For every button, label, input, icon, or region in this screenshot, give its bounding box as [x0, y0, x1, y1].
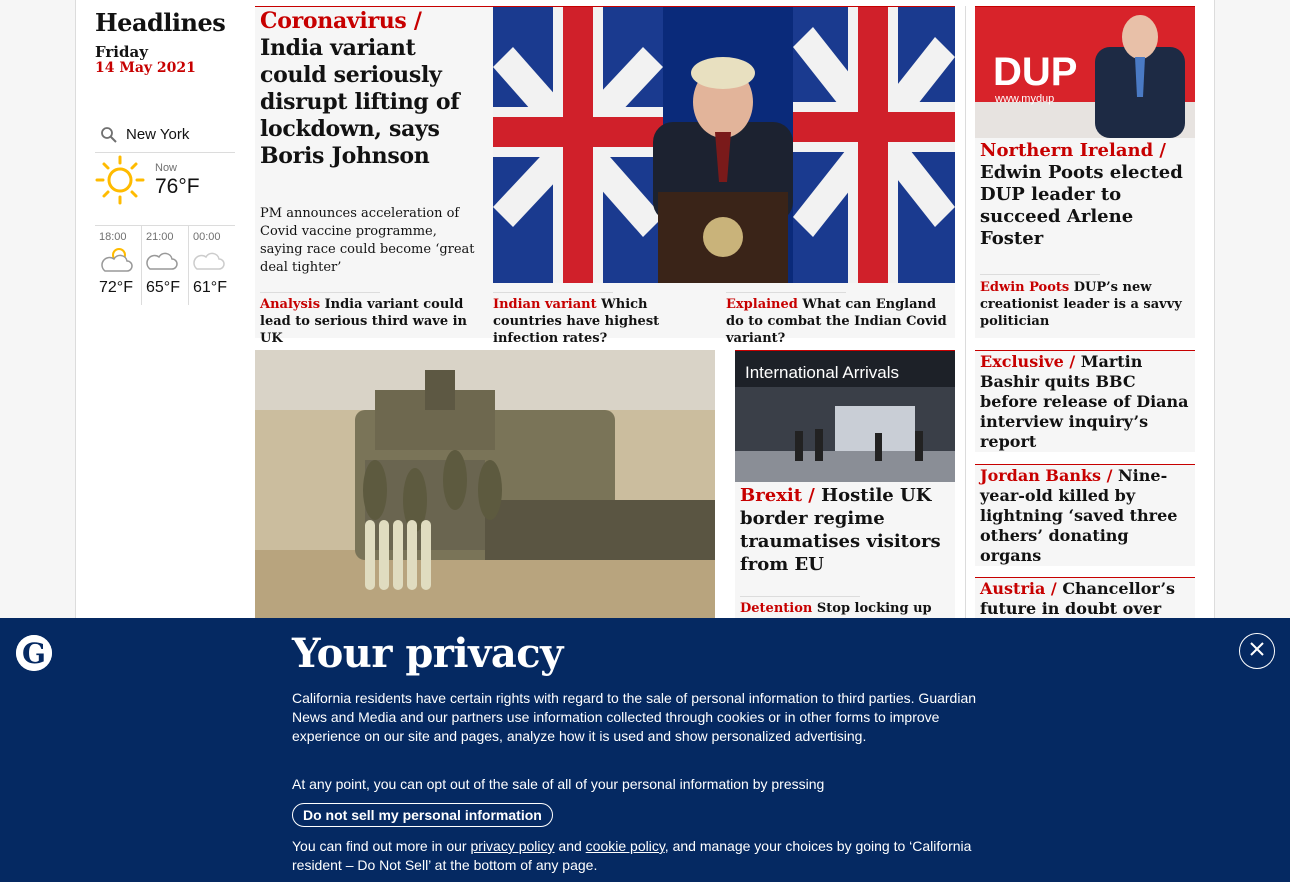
- privacy-banner: G Your privacy California residents have…: [0, 618, 1290, 882]
- sublink-explained[interactable]: Explained What can England do to combat …: [726, 296, 954, 347]
- privacy-paragraph-2: At any point, you can opt out of the sal…: [292, 776, 825, 792]
- do-not-sell-button[interactable]: Do not sell my personal information: [292, 803, 553, 827]
- lead-headline[interactable]: Coronavirus / India variant could seriou…: [260, 8, 485, 170]
- divider: [260, 292, 380, 293]
- privacy-para3-pre: You can find out more in our: [292, 838, 467, 854]
- lead-standfirst: PM announces acceleration of Covid vacci…: [260, 206, 475, 275]
- guardian-logo-icon: G: [16, 635, 52, 671]
- story-kicker: Jordan Banks /: [980, 466, 1113, 485]
- divider: [493, 292, 613, 293]
- military-story-image[interactable]: [255, 350, 715, 618]
- brexit-story-image[interactable]: International Arrivals: [735, 351, 955, 482]
- divider: [980, 274, 1100, 275]
- story-kicker: Exclusive /: [980, 352, 1076, 371]
- partly-cloudy-icon: [99, 245, 141, 275]
- ni-story-image[interactable]: DUP www.mydup: [975, 7, 1195, 138]
- forecast-time: 21:00: [146, 231, 174, 243]
- privacy-paragraph-3: You can find out more in our privacy pol…: [292, 837, 972, 875]
- lead-headline-text: India variant could seriously disrupt li…: [260, 35, 460, 169]
- arrivals-sign-text: International Arrivals: [745, 363, 899, 382]
- close-icon: [1249, 641, 1265, 661]
- sublink-kicker: Indian variant: [493, 297, 597, 312]
- sublink-kicker: Analysis: [260, 297, 321, 312]
- austria-headline[interactable]: Austria / Chancellor’s future in doubt o…: [980, 579, 1190, 619]
- lead-image[interactable]: [493, 7, 955, 283]
- lead-kicker: Coronavirus /: [260, 8, 422, 34]
- forecast-item: 18:00 72°F: [95, 226, 141, 305]
- privacy-policy-link[interactable]: privacy policy: [471, 838, 555, 854]
- ni-kicker: Northern Ireland /: [980, 140, 1167, 161]
- search-icon: [100, 126, 118, 144]
- sublink-kicker: Detention: [740, 601, 813, 616]
- weather-location[interactable]: New York: [95, 117, 235, 153]
- privacy-title: Your privacy: [292, 630, 563, 677]
- now-label: Now: [155, 162, 178, 174]
- ni-headline[interactable]: Northern Ireland / Edwin Poots elected D…: [980, 140, 1190, 250]
- sublink-analysis[interactable]: Analysis India variant could lead to ser…: [260, 296, 482, 347]
- forecast-time: 18:00: [99, 231, 127, 243]
- ni-headline-text: Edwin Poots elected DUP leader to succee…: [980, 162, 1183, 249]
- close-button[interactable]: [1239, 633, 1275, 669]
- forecast-item: 00:00 61°F: [188, 226, 235, 305]
- column-divider: [965, 6, 966, 618]
- privacy-paragraph-1: California residents have certain rights…: [292, 690, 977, 744]
- sublink-kicker: Edwin Poots: [980, 280, 1070, 295]
- forecast-temp: 61°F: [193, 279, 227, 296]
- date-label: 14 May 2021: [95, 60, 196, 76]
- brexit-kicker: Brexit /: [740, 485, 815, 506]
- jordan-banks-headline[interactable]: Jordan Banks / Nine-year-old killed by l…: [980, 466, 1190, 566]
- dup-sign-text: DUP: [993, 50, 1077, 94]
- forecast-item: 21:00 65°F: [141, 226, 188, 305]
- cloud-moon-icon: [193, 245, 235, 275]
- divider: [726, 292, 846, 293]
- weather-location-text: New York: [126, 126, 190, 143]
- cookie-policy-link[interactable]: cookie policy: [586, 838, 665, 854]
- forecast-time: 00:00: [193, 231, 221, 243]
- bashir-headline[interactable]: Exclusive / Martin Bashir quits BBC befo…: [980, 352, 1190, 452]
- sublink-indian-variant[interactable]: Indian variant Which countries have high…: [493, 296, 715, 347]
- dup-url-text: www.mydup: [994, 93, 1054, 105]
- svg-text:G: G: [22, 637, 46, 670]
- forecast-temp: 72°F: [99, 279, 133, 296]
- now-temperature: 76°F: [155, 175, 200, 198]
- story-kicker: Austria /: [980, 579, 1057, 598]
- privacy-and: and: [558, 838, 582, 854]
- cloud-moon-icon: [146, 245, 188, 275]
- forecast-temp: 65°F: [146, 279, 180, 296]
- sun-icon: [95, 154, 147, 210]
- weather-forecast: 18:00 72°F 21:00 65°F 00:00 61°F: [95, 225, 235, 305]
- headlines-title: Headlines: [95, 8, 226, 37]
- brexit-headline[interactable]: Brexit / Hostile UK border regime trauma…: [740, 484, 950, 576]
- day-label: Friday: [95, 43, 148, 61]
- sublink-kicker: Explained: [726, 297, 798, 312]
- divider: [740, 596, 860, 597]
- sublink-edwin-poots[interactable]: Edwin Poots DUP’s new creationist leader…: [980, 279, 1190, 330]
